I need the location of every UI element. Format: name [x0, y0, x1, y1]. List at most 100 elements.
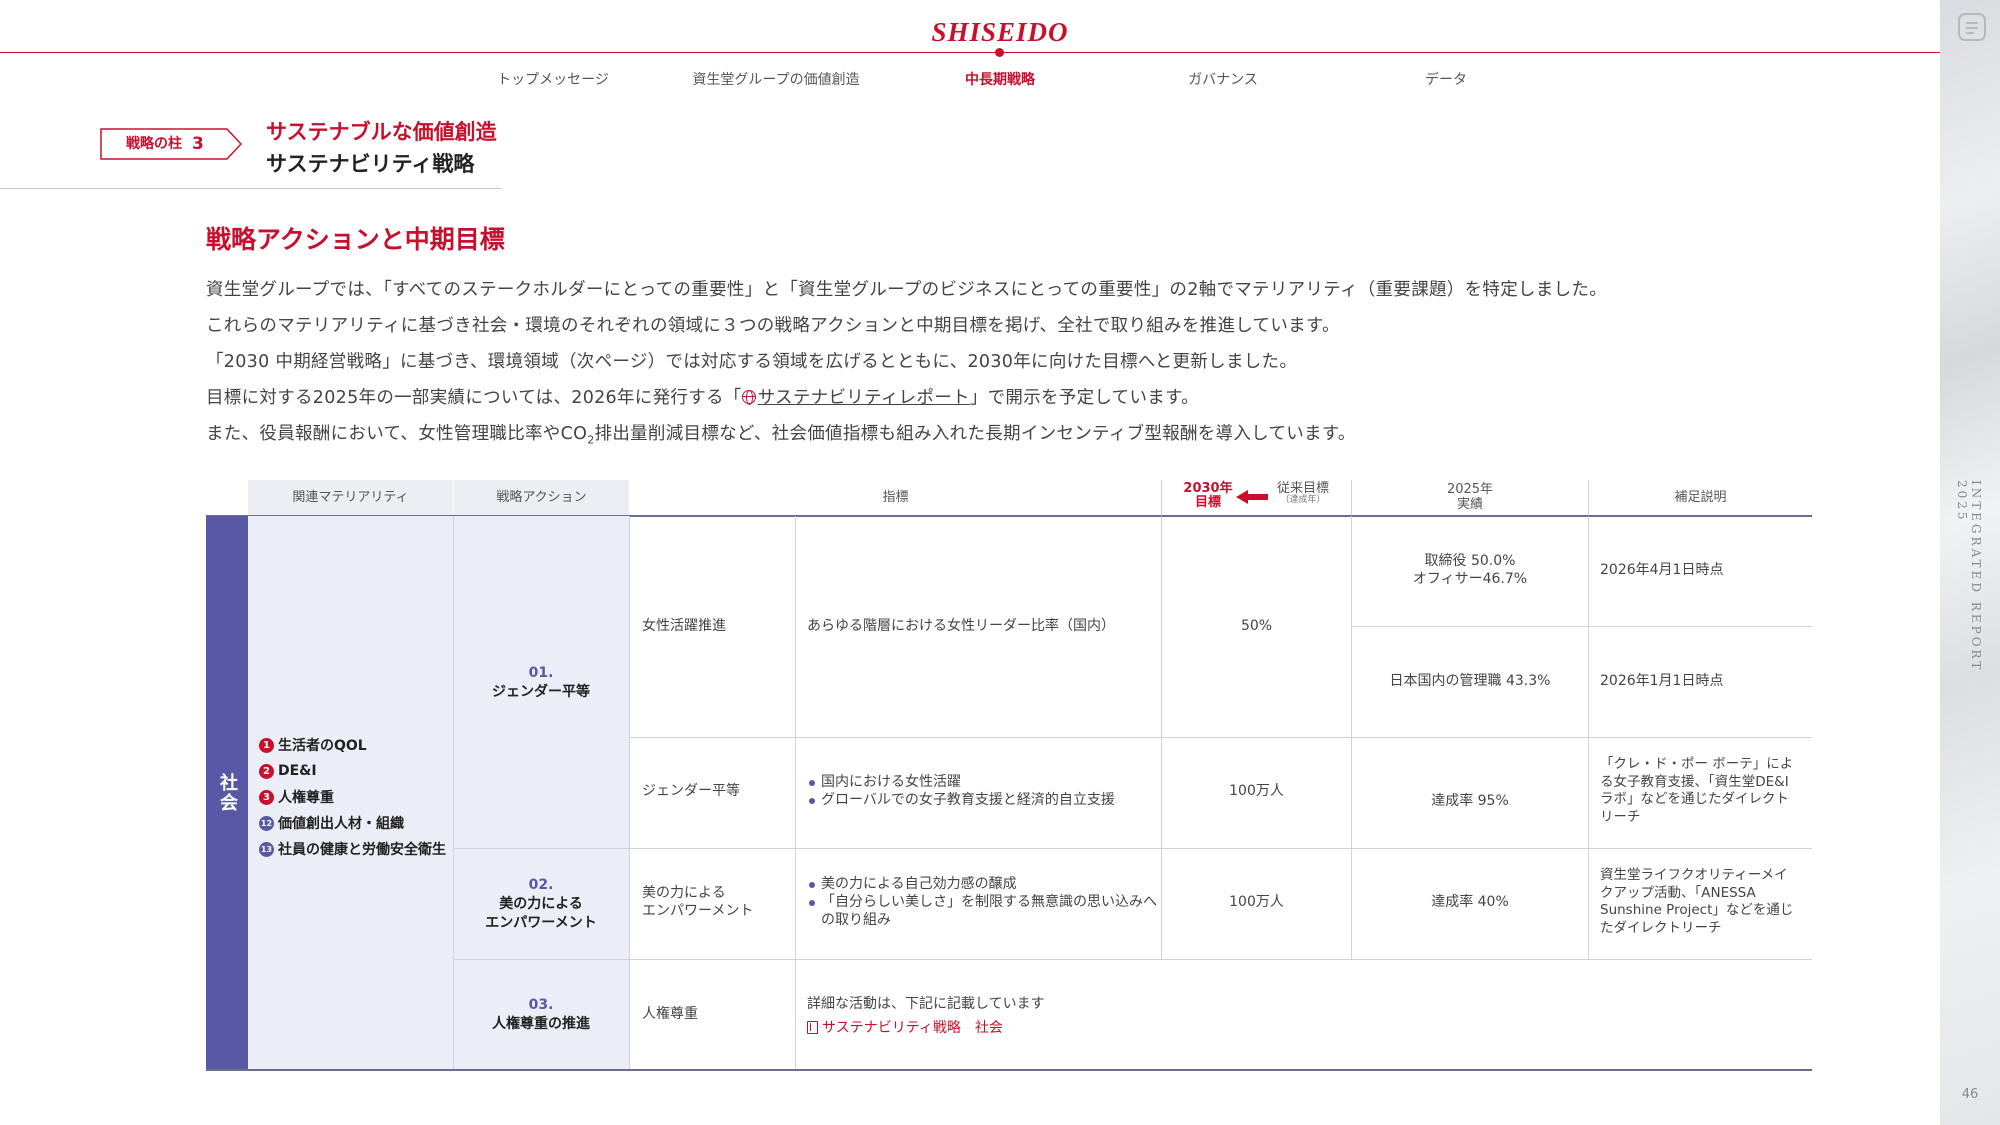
- section-title: サステナビリティ戦略: [266, 152, 475, 176]
- header-rule: [0, 52, 1940, 53]
- sub-action-line1: 美の力による: [642, 885, 726, 901]
- materiality-item: 13 社員の健康と労働安全衛生: [259, 836, 459, 862]
- result-line-officers: オフィサー46.7%: [1412, 570, 1528, 587]
- subscript-2: 2: [587, 433, 595, 447]
- target-value: 100万人: [1229, 783, 1284, 799]
- nav-mid-long-term-strategy[interactable]: 中長期戦略: [930, 70, 1070, 90]
- action-label: 人権尊重の推進: [492, 1015, 590, 1032]
- sub-action-women-advancement: 女性活躍推進: [642, 618, 726, 634]
- column-divider: [629, 516, 630, 1069]
- sub-action-line2: エンパワーメント: [642, 903, 754, 920]
- nav-data[interactable]: データ: [1396, 70, 1496, 90]
- number-badge-icon: 13: [259, 841, 274, 857]
- note-text: 2026年4月1日時点: [1600, 562, 1724, 578]
- header-2025-result-line1: 2025年: [1446, 482, 1494, 498]
- heading-divider: [0, 188, 502, 189]
- indicator-women-leaders: あらゆる階層における女性リーダー比率（国内）: [807, 618, 1115, 634]
- result-value: 達成率 95%: [1431, 793, 1509, 809]
- paragraph-4-text: 目標に対する2025年の一部実績については、2026年に発行する「: [206, 388, 742, 408]
- number-badge-icon: 12: [259, 815, 274, 831]
- header-materiality: 関連マテリアリティ: [248, 480, 453, 516]
- indicator-bullet: 「自分らしい美しさ」を制限する無意識の思い込みへの取り組み: [807, 893, 1157, 929]
- materiality-label: 社員の健康と労働安全衛生: [278, 842, 446, 858]
- header-2025-result: 2025年 実績: [1352, 480, 1588, 516]
- header-indicator: 指標: [630, 480, 1161, 516]
- header-previous-target-label: 従来目標: [1276, 481, 1329, 496]
- header-action: 戦略アクション: [454, 480, 629, 516]
- header-2030-target: 2030年 目標: [1178, 481, 1238, 511]
- page-title: 戦略アクションと中期目標: [206, 225, 505, 254]
- result-value: 取締役 50.0% オフィサー46.7%: [1352, 553, 1588, 588]
- materiality-item: 12 価値創出人材・組織: [259, 810, 459, 836]
- target-value: 100万人: [1229, 894, 1284, 910]
- report-vertical-label: INTEGRATED REPORT 2025: [1955, 480, 1983, 673]
- globe-icon: [741, 390, 756, 405]
- pillar-label: 戦略の柱: [126, 136, 182, 152]
- paragraph-4-text-end: 」で開示を予定しています。: [969, 388, 1199, 408]
- result-line-directors: 取締役 50.0%: [1424, 553, 1516, 569]
- section-subtitle: サステナブルな価値創造: [266, 120, 497, 144]
- shiseido-logo[interactable]: SHISEIDO: [930, 14, 1070, 50]
- sustainability-report-link[interactable]: サステナビリティレポート: [758, 388, 970, 408]
- row-divider: [454, 848, 1812, 849]
- action-beauty-empowerment: 02. 美の力による エンパワーメント: [453, 876, 629, 933]
- action-human-rights: 03. 人権尊重の推進: [453, 996, 629, 1034]
- row-divider: [1352, 626, 1812, 627]
- action-label: ジェンダー平等: [492, 683, 590, 700]
- materiality-item: 2 DE&I: [259, 758, 459, 784]
- indicator-bullet: 美の力による自己効力感の醸成: [807, 875, 1157, 893]
- row-divider: [454, 959, 1812, 960]
- sub-action-beauty-empowerment: 美の力による エンパワーメント: [642, 884, 753, 920]
- result-value: 達成率 40%: [1431, 894, 1509, 910]
- nav-top-message[interactable]: トップメッセージ: [478, 70, 628, 90]
- row-divider: [630, 737, 1812, 738]
- materiality-label: 人権尊重: [278, 790, 334, 806]
- body-paragraph-4: 目標に対する2025年の一部実績については、2026年に発行する「 サステナビリテ…: [206, 384, 1199, 409]
- note-text: 「クレ・ド・ポー ボーテ」による女子教育支援、「資生堂DE&Iラボ」などを通じた…: [1600, 756, 1794, 825]
- materiality-list: 1 生活者のQOL 2 DE&I 3 人権尊重 12 価値創出人材・組織 13 …: [259, 732, 459, 862]
- detail-text: 詳細な活動は、下記に記載しています: [807, 996, 1045, 1012]
- number-badge-icon: 3: [259, 789, 274, 805]
- nav-governance[interactable]: ガバナンス: [1163, 70, 1283, 90]
- materiality-label: DE&I: [278, 763, 317, 779]
- column-divider: [795, 516, 796, 1069]
- indicator-bullets: 国内における女性活躍 グローバルでの女子教育支援と経済的自立支援: [807, 773, 1157, 809]
- action-number: 03.: [528, 997, 554, 1013]
- action-column: [454, 516, 629, 1069]
- number-badge-icon: 1: [259, 737, 274, 753]
- result-value: 日本国内の管理職 43.3%: [1389, 673, 1551, 689]
- header-previous-target-note: （達成年）: [1280, 495, 1326, 506]
- sub-action-gender-equality: ジェンダー平等: [642, 783, 740, 799]
- number-badge-icon: 2: [259, 763, 274, 779]
- materiality-label: 生活者のQOL: [278, 738, 367, 754]
- nav-value-creation[interactable]: 資生堂グループの価値創造: [676, 70, 876, 90]
- indicator-bullet: 国内における女性活躍: [807, 773, 1157, 791]
- header-divider: [1588, 480, 1589, 516]
- active-nav-indicator: [995, 48, 1004, 57]
- page-number: 46: [1961, 1087, 1979, 1102]
- materiality-item: 3 人権尊重: [259, 784, 459, 810]
- body-paragraph-5: また、役員報酬において、女性管理職比率やCO2排出量削減目標など、社会価値指標も…: [206, 420, 1356, 447]
- action-gender-equality: 01. ジェンダー平等: [453, 664, 629, 702]
- header-divider: [1351, 480, 1352, 516]
- materiality-item: 1 生活者のQOL: [259, 732, 459, 758]
- indicator-bullets: 美の力による自己効力感の醸成 「自分らしい美しさ」を制限する無意識の思い込みへの…: [807, 875, 1157, 930]
- action-number: 02.: [528, 877, 554, 893]
- pillar-number: 3: [192, 134, 204, 154]
- indicator-bullet: グローバルでの女子教育支援と経済的自立支援: [807, 791, 1157, 809]
- document-icon: [807, 1021, 818, 1034]
- header-2025-result-line2: 実績: [1456, 497, 1483, 512]
- link-label[interactable]: サステナビリティ戦略 社会: [822, 1020, 1003, 1036]
- action-label-line2: エンパワーメント: [485, 914, 597, 931]
- sustainability-strategy-link[interactable]: サステナビリティ戦略 社会: [807, 1019, 1003, 1037]
- paragraph-5-text: また、役員報酬において、女性管理職比率やCO: [206, 424, 588, 444]
- body-paragraph-2: これらのマテリアリティに基づき社会・環境のそれぞれの領域に３つの戦略アクションと…: [206, 316, 1340, 336]
- action-label-line1: 美の力による: [499, 895, 583, 912]
- arrow-left-icon: [1236, 490, 1268, 504]
- table-bottom-rule: [206, 1069, 1812, 1071]
- sub-action-human-rights: 人権尊重: [642, 1006, 698, 1022]
- header-previous-target: 従来目標 （達成年）: [1266, 481, 1340, 506]
- note-text: 2026年1月1日時点: [1600, 673, 1724, 689]
- note-text: 資生堂ライフクオリティーメイクアップ活動、「ANESSA Sunshine Pr…: [1600, 867, 1794, 936]
- menu-icon[interactable]: [1958, 13, 1986, 41]
